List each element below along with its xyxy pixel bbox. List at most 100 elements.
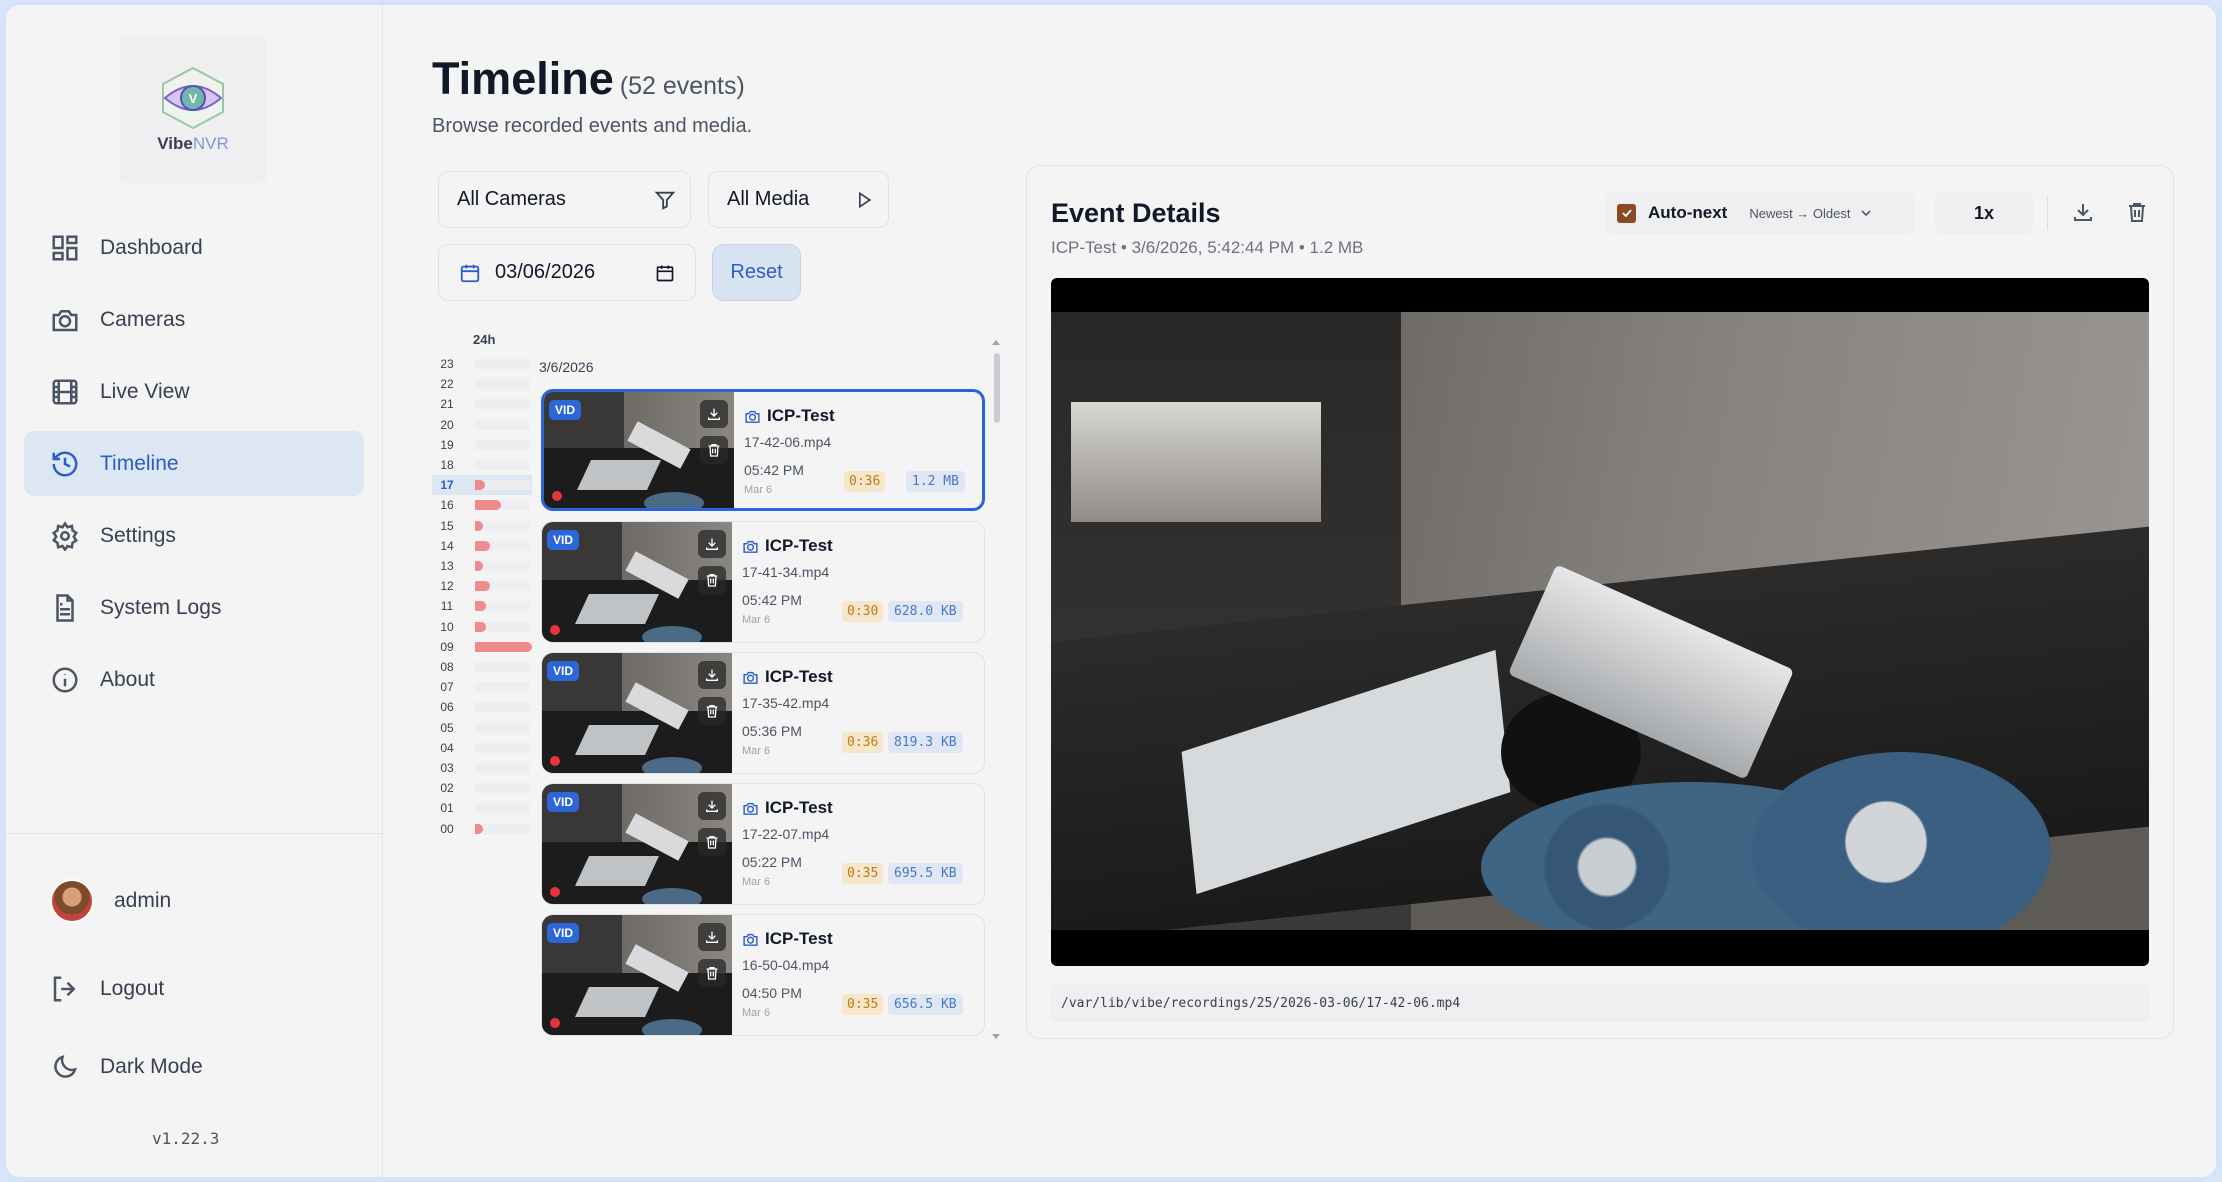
scrollbar-thumb[interactable] <box>994 353 1000 423</box>
user-profile[interactable]: admin <box>50 879 171 923</box>
histogram-row-09[interactable]: 09 <box>432 637 532 657</box>
recording-dot <box>552 491 562 501</box>
histogram-track <box>475 823 530 834</box>
histogram-track <box>475 561 530 572</box>
delete-button[interactable] <box>2121 196 2153 228</box>
scroll-up-icon[interactable] <box>991 338 1001 346</box>
event-size: 656.5 KB <box>888 994 963 1015</box>
histogram-row-12[interactable]: 12 <box>432 576 532 596</box>
card-download-button[interactable] <box>698 661 726 689</box>
card-download-button[interactable] <box>700 400 728 428</box>
dark-mode-toggle[interactable]: Dark Mode <box>50 1052 203 1082</box>
event-card[interactable]: VID ICP-Test 16-50-04.mp4 04:50 PM Mar 6 0:35… <box>541 914 985 1036</box>
camera-filter-select[interactable]: All Cameras <box>438 171 691 228</box>
event-card[interactable]: VID ICP-Test 17-22-07.mp4 05:22 PM Mar 6 0:35… <box>541 783 985 905</box>
card-delete-button[interactable] <box>698 566 726 594</box>
histogram-row-07[interactable]: 07 <box>432 677 532 697</box>
download-icon <box>706 669 718 681</box>
calendar-picker-icon[interactable] <box>655 263 675 283</box>
histogram-row-18[interactable]: 18 <box>432 455 532 475</box>
histogram-row-01[interactable]: 01 <box>432 798 532 818</box>
histogram-hour-label: 22 <box>440 377 454 392</box>
histogram-row-14[interactable]: 14 <box>432 536 532 556</box>
card-delete-button[interactable] <box>700 436 728 464</box>
histogram-row-02[interactable]: 02 <box>432 778 532 798</box>
histogram-row-06[interactable]: 06 <box>432 697 532 717</box>
nav-system-logs[interactable]: System Logs <box>24 575 364 640</box>
histogram-row-04[interactable]: 04 <box>432 738 532 758</box>
histogram-hour-label: 19 <box>440 437 454 452</box>
event-size: 819.3 KB <box>888 732 963 753</box>
camera-icon <box>743 671 758 684</box>
download-icon <box>708 408 720 420</box>
event-thumbnail[interactable]: VID <box>544 392 734 508</box>
event-card[interactable]: VID ICP-Test 17-42-06.mp4 05:42 PM Mar 6 0:36… <box>541 389 985 511</box>
sort-order-select[interactable]: Newest → Oldest <box>1749 205 1874 221</box>
history-icon <box>52 451 78 476</box>
event-thumbnail[interactable]: VID <box>542 784 732 904</box>
nav-system-logs-label: System Logs <box>100 595 222 619</box>
card-delete-button[interactable] <box>698 959 726 987</box>
scroll-down-icon[interactable] <box>991 1033 1001 1041</box>
trash-icon <box>706 836 718 849</box>
logout-button[interactable]: Logout <box>50 974 164 1004</box>
histogram-row-13[interactable]: 13 <box>432 556 532 576</box>
svg-text:V: V <box>189 91 198 106</box>
histogram-row-15[interactable]: 15 <box>432 516 532 536</box>
download-button[interactable] <box>2067 196 2099 228</box>
histogram-hour-label: 00 <box>440 821 454 836</box>
histogram-row-05[interactable]: 05 <box>432 718 532 738</box>
card-download-button[interactable] <box>698 530 726 558</box>
nav-about-label: About <box>100 667 155 691</box>
histogram-row-17[interactable]: 17 <box>432 475 532 496</box>
histogram-row-22[interactable]: 22 <box>432 374 532 394</box>
histogram-hour-label: 14 <box>440 538 454 553</box>
card-delete-button[interactable] <box>698 697 726 725</box>
app-logo[interactable]: V VibeNVR <box>120 37 266 183</box>
nav-timeline[interactable]: Timeline <box>24 431 364 496</box>
histogram-row-16[interactable]: 16 <box>432 495 532 515</box>
histogram-row-00[interactable]: 00 <box>432 819 532 839</box>
histogram-bar <box>475 500 501 511</box>
histogram-row-21[interactable]: 21 <box>432 394 532 414</box>
histogram-row-19[interactable]: 19 <box>432 435 532 455</box>
camera-filter-value: All Cameras <box>457 188 566 210</box>
nav-about[interactable]: About <box>24 647 364 712</box>
reset-button[interactable]: Reset <box>712 244 801 301</box>
brand-name: VibeNVR <box>157 134 229 153</box>
playback-speed-button[interactable]: 1x <box>1935 192 2033 234</box>
histogram-track <box>475 662 530 673</box>
histogram-row-08[interactable]: 08 <box>432 657 532 677</box>
trash-icon <box>706 574 718 587</box>
auto-next-checkbox[interactable] <box>1617 203 1636 223</box>
card-download-button[interactable] <box>698 792 726 820</box>
event-list-scrollbar[interactable] <box>991 338 1001 1041</box>
event-thumbnail[interactable]: VID <box>542 915 732 1035</box>
histogram-row-23[interactable]: 23 <box>432 354 532 374</box>
nav-cameras[interactable]: Cameras <box>24 287 364 352</box>
calendar-icon <box>460 264 480 282</box>
histogram-label: 24h <box>473 332 496 347</box>
histogram-row-20[interactable]: 20 <box>432 415 532 435</box>
card-delete-button[interactable] <box>698 828 726 856</box>
download-icon <box>706 538 718 550</box>
nav-dashboard[interactable]: Dashboard <box>24 215 364 280</box>
histogram-track <box>475 379 530 390</box>
event-card[interactable]: VID ICP-Test 17-41-34.mp4 05:42 PM Mar 6 0:30… <box>541 521 985 643</box>
nav-live-view[interactable]: Live View <box>24 359 364 424</box>
histogram-row-03[interactable]: 03 <box>432 758 532 778</box>
event-date: Mar 6 <box>742 745 771 757</box>
event-card[interactable]: VID ICP-Test 17-35-42.mp4 05:36 PM Mar 6 0:36… <box>541 652 985 774</box>
histogram-hour-label: 18 <box>440 458 454 473</box>
card-download-button[interactable] <box>698 923 726 951</box>
histogram-row-10[interactable]: 10 <box>432 617 532 637</box>
video-player[interactable] <box>1051 278 2149 966</box>
histogram-row-11[interactable]: 11 <box>432 596 532 616</box>
trash-icon <box>2129 203 2145 222</box>
nav-settings[interactable]: Settings <box>24 503 364 568</box>
event-thumbnail[interactable]: VID <box>542 522 732 642</box>
event-thumbnail[interactable]: VID <box>542 653 732 773</box>
date-picker[interactable]: 03/06/2026 <box>438 244 696 301</box>
media-filter-select[interactable]: All Media <box>708 171 889 228</box>
histogram-track <box>475 439 530 450</box>
